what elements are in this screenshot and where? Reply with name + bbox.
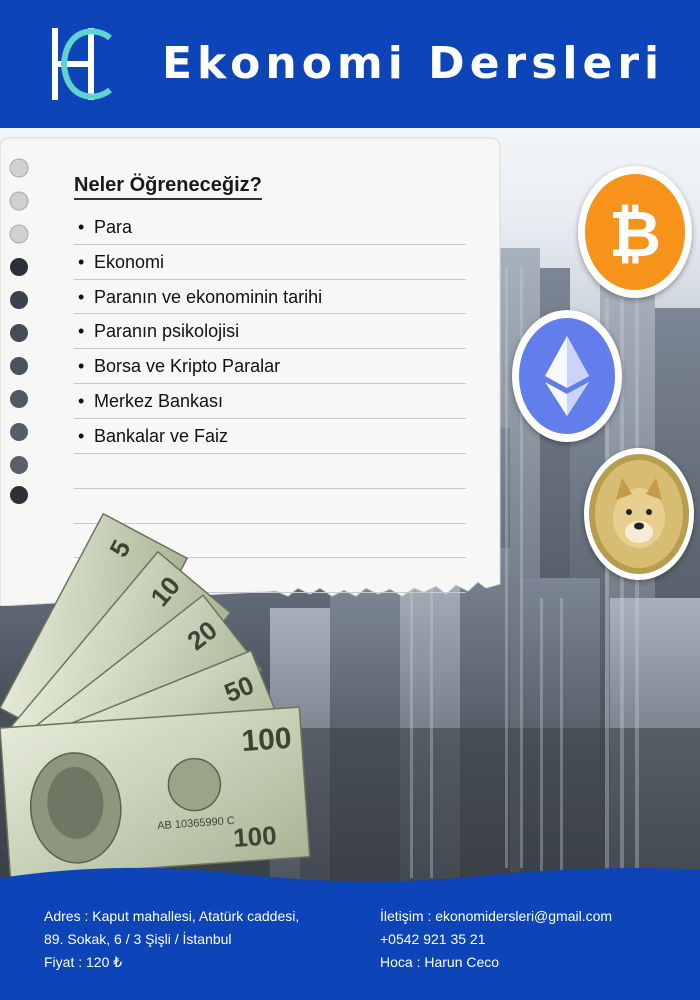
phone-number[interactable]: +0542 921 35 21 [380, 928, 612, 951]
hc-monogram-logo-icon [44, 24, 124, 106]
svg-text:₿: ₿ [609, 198, 661, 272]
list-item: • Para [74, 210, 466, 245]
list-item: • Borsa ve Kripto Paralar [74, 349, 466, 384]
note-heading: Neler Öğreneceğiz? [74, 174, 262, 200]
contact-email[interactable]: İletişim : ekonomidersleri@gmail.com [380, 905, 612, 928]
dogecoin-icon [584, 448, 694, 580]
list-item: • Paranın ve ekonominin tarihi [74, 280, 466, 315]
address-line-1: Adres : Kaput mahallesi, Atatürk caddesi… [44, 908, 300, 924]
binder-holes [9, 158, 29, 504]
list-item: • Bankalar ve Faiz [74, 419, 466, 454]
topics-list: • Para • Ekonomi • Paranın ve ekonominin ta… [74, 210, 466, 454]
address-line-2: 89. Sokak, 6 / 3 Şişli / İstanbul [44, 931, 232, 947]
list-item: • Merkez Bankası [74, 384, 466, 419]
teacher-name: Hoca : Harun Ceco [380, 954, 500, 970]
svg-text:100: 100 [232, 820, 277, 853]
bitcoin-icon: ₿ [578, 166, 692, 298]
footer-contact-block: İletişim : ekonomidersleri@gmail.com +05… [380, 905, 612, 974]
page-title: Ekonomi Dersleri [162, 38, 665, 89]
svg-text:100: 100 [240, 722, 292, 758]
list-item: • Ekonomi [74, 245, 466, 280]
ethereum-icon [512, 310, 622, 442]
footer-address-block: Adres : Kaput mahallesi, Atatürk caddesi… [44, 905, 299, 974]
dollar-bills-icon: 5 10 20 50 100 100 AB 10365990 C [0, 478, 330, 898]
list-item: • Paranın psikolojisi [74, 314, 466, 350]
price-text: Fiyat : 120 ₺ [44, 954, 123, 970]
flyer-page: Ekonomi Dersleri Neler Öğreneceğiz? • Par… [0, 0, 700, 1000]
header-bar: Ekonomi Dersleri [0, 0, 700, 128]
